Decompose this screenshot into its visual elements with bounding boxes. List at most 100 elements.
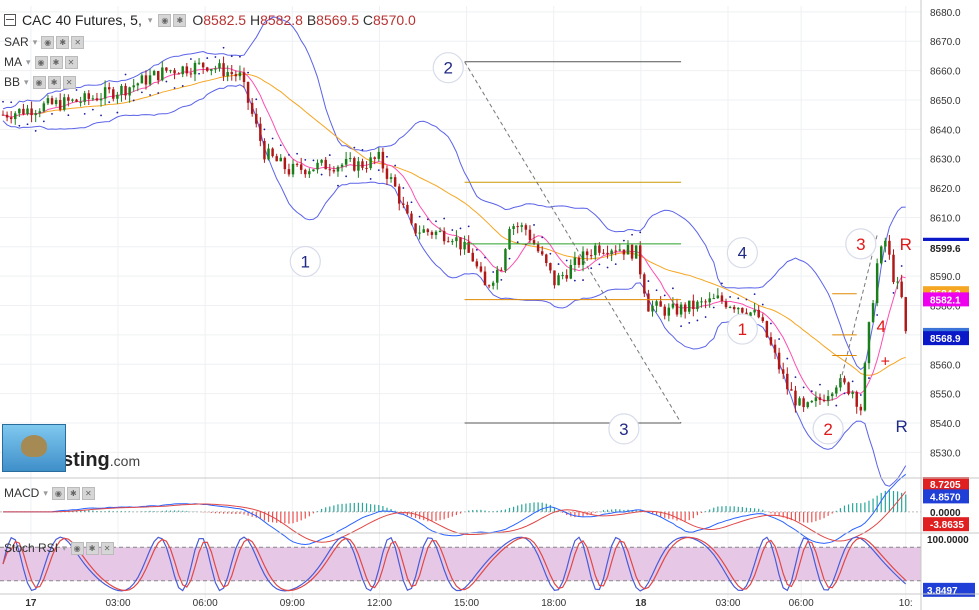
candle-body: [720, 295, 724, 302]
gear-icon[interactable]: ✱: [49, 55, 63, 69]
candle-body: [418, 232, 421, 234]
gear-icon[interactable]: ✱: [56, 35, 70, 49]
candle-body: [585, 251, 589, 256]
y-tick-label: 8640.0: [930, 125, 961, 136]
candle-body: [561, 275, 564, 277]
target-marker: +: [881, 353, 890, 370]
wave-label: 4: [877, 317, 886, 336]
close-icon[interactable]: ✕: [100, 541, 114, 555]
eye-icon[interactable]: ◉: [51, 486, 65, 500]
candle-body: [835, 387, 838, 394]
candle-body: [724, 301, 728, 308]
candle-body: [884, 240, 887, 247]
candle-body: [798, 398, 801, 406]
candle-body: [112, 89, 115, 99]
chevron-down-icon[interactable]: ▾: [43, 488, 48, 499]
candle-body: [871, 303, 875, 323]
candle-body: [369, 157, 372, 169]
candle-body: [622, 249, 626, 255]
indicator-stoch-rsi[interactable]: Stoch RSI ▾ ◉ ✱ ✕: [4, 541, 114, 555]
y-tick-label: 8530.0: [930, 448, 961, 459]
indicator-controls[interactable]: ◉ ✱ ✕: [51, 486, 95, 500]
sar-dot: [794, 376, 797, 379]
bollinger-bands: [2, 16, 907, 487]
indicator-bb[interactable]: BB ▾ ◉ ✱ ✕: [4, 75, 76, 89]
chevron-down-icon[interactable]: ▾: [62, 543, 67, 554]
gear-icon[interactable]: ✱: [85, 541, 99, 555]
sar-dot: [369, 178, 372, 180]
candle-body: [463, 241, 466, 250]
sar-dot: [868, 377, 870, 379]
collapse-icon[interactable]: [4, 14, 16, 26]
candle-body: [148, 75, 152, 85]
sar-dot: [549, 252, 552, 255]
candle-body: [402, 203, 405, 205]
chevron-down-icon[interactable]: ▾: [26, 57, 31, 68]
wave-label: 1: [738, 320, 747, 339]
symbol-title[interactable]: CAC 40 Futures, 5,: [22, 12, 142, 28]
candle-body: [299, 164, 303, 170]
candle-body: [389, 177, 393, 179]
candle-body: [79, 101, 82, 103]
gear-icon[interactable]: ✱: [47, 75, 61, 89]
sar-dot: [271, 137, 274, 140]
candle-body: [810, 400, 814, 403]
candle-body: [581, 251, 585, 265]
candle-body: [826, 396, 830, 402]
candle-body: [26, 108, 29, 115]
eye-icon[interactable]: ◉: [158, 13, 172, 27]
chevron-down-icon[interactable]: ▾: [24, 77, 29, 88]
candle-body: [659, 301, 662, 307]
close-label: C: [362, 12, 373, 28]
sar-dot: [91, 108, 94, 111]
close-icon[interactable]: ✕: [64, 55, 78, 69]
candle-body: [781, 369, 785, 374]
eye-icon[interactable]: ◉: [32, 75, 46, 89]
candle-body: [618, 249, 622, 251]
x-tick-label: 18:00: [541, 598, 566, 609]
eye-icon[interactable]: ◉: [41, 35, 55, 49]
candle-body: [855, 392, 858, 407]
sar-dot: [279, 144, 282, 147]
indicator-controls[interactable]: ◉ ✱ ✕: [32, 75, 76, 89]
candle-body: [536, 244, 540, 252]
candle-body: [210, 69, 213, 71]
sar-dot: [459, 227, 462, 230]
series-controls[interactable]: ◉ ✱: [158, 13, 187, 27]
sar-dot: [900, 265, 903, 267]
candle-body: [638, 245, 642, 275]
candle-body: [22, 108, 25, 115]
sar-dot: [181, 85, 184, 87]
eye-icon[interactable]: ◉: [70, 541, 84, 555]
indicator-controls[interactable]: ◉ ✱ ✕: [34, 55, 78, 69]
candle-body: [246, 82, 250, 103]
gear-icon[interactable]: ✱: [173, 13, 187, 27]
indicator-controls[interactable]: ◉ ✱ ✕: [41, 35, 85, 49]
eye-icon[interactable]: ◉: [34, 55, 48, 69]
candle-body: [847, 382, 850, 395]
close-icon[interactable]: ✕: [81, 486, 95, 500]
candle-body: [5, 114, 9, 118]
sar-dot: [394, 164, 397, 167]
candle-body: [136, 83, 140, 86]
candle-body: [165, 67, 168, 71]
close-icon[interactable]: ✕: [71, 35, 85, 49]
candle-body: [577, 257, 581, 265]
candle-body: [442, 230, 446, 242]
macd-pane: 8.72054.85700.0000-3.8635: [0, 473, 969, 546]
close-icon[interactable]: ✕: [62, 75, 76, 89]
chevron-down-icon[interactable]: ▾: [33, 37, 38, 48]
indicator-controls[interactable]: ◉ ✱ ✕: [70, 541, 114, 555]
chevron-down-icon[interactable]: ▾: [148, 15, 153, 26]
candle-body: [95, 98, 99, 101]
indicator-sar[interactable]: SAR ▾ ◉ ✱ ✕: [4, 35, 85, 49]
candle-body: [193, 62, 197, 75]
indicator-ma[interactable]: MA ▾ ◉ ✱ ✕: [4, 55, 78, 69]
indicator-macd[interactable]: MACD ▾ ◉ ✱ ✕: [4, 486, 95, 500]
candle-body: [447, 241, 450, 243]
gear-icon[interactable]: ✱: [66, 486, 80, 500]
site-logo: sting.com: [2, 424, 140, 472]
candle-body: [230, 72, 233, 75]
price-chart[interactable]: 2 1 4 3 1 2 3 4 R R + 8.72054.85700.0000-3.8635 10…: [0, 0, 979, 610]
sar-dot: [312, 159, 315, 162]
